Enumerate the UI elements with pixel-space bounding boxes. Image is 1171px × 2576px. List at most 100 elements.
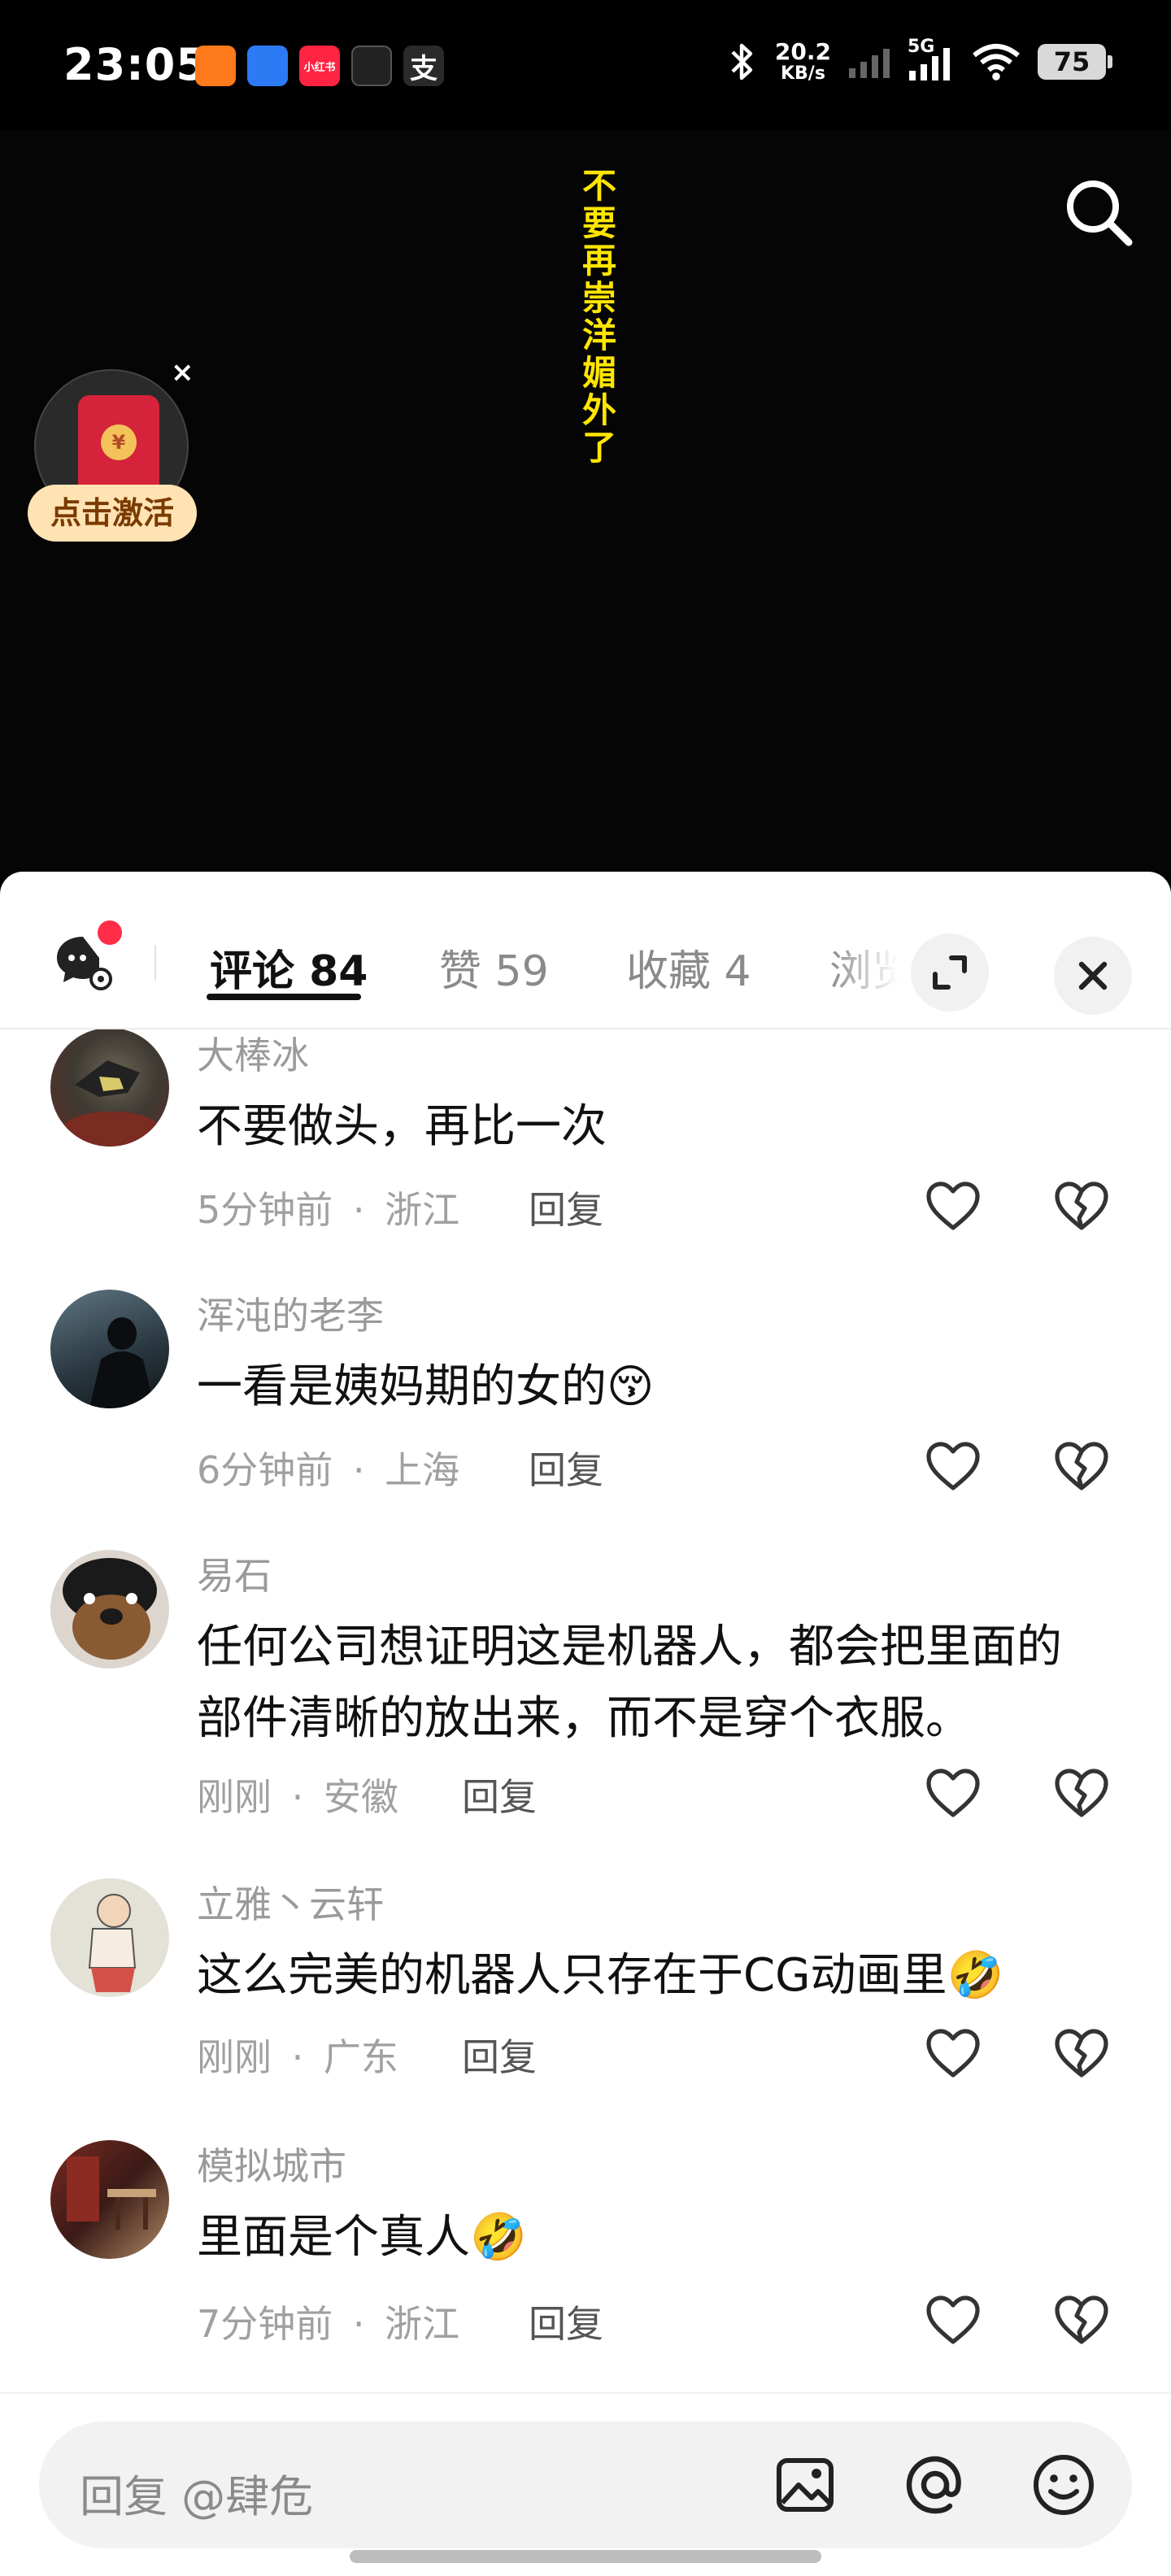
cloud-app-icon (247, 46, 288, 86)
comment-text-body: 这么完美的机器人只存在于CG动画里 (197, 1949, 947, 2002)
comment-sheet: 评论 84 赞 59 收藏 4 浏览 (0, 872, 1171, 2576)
reply-input[interactable]: 回复 @肆危 (39, 2422, 1132, 2548)
close-icon (1078, 961, 1108, 990)
meta-separator: · (352, 2302, 365, 2346)
status-bar: 23:05 小红书 支 20.2 KB/s 5G 75 (0, 0, 1171, 130)
net-speed-value: 20.2 (774, 38, 831, 65)
comment-author[interactable]: 大棒冰 (197, 1029, 309, 1080)
comment-meta: 刚刚 · 安徽 (197, 1768, 398, 1821)
avatar-person-image (89, 1317, 155, 1408)
comment-list[interactable]: 大棒冰 不要做头，再比一次 5分钟前 · 浙江 回复 浑沌的老李 一看是姨妈期的… (0, 1029, 1171, 2392)
comment-location: 安徽 (323, 1775, 398, 1819)
like-heart-icon[interactable] (924, 1764, 982, 1823)
dislike-heart-icon[interactable] (1052, 1764, 1111, 1823)
reply-input-placeholder: 回复 @肆危 (80, 2471, 314, 2522)
avatar-room-image (67, 2156, 156, 2230)
expand-icon (933, 955, 967, 990)
reply-button[interactable]: 回复 (529, 1441, 603, 1495)
bluetooth-icon (731, 43, 753, 80)
avatar[interactable] (50, 1550, 169, 1669)
dislike-heart-icon[interactable] (1052, 2291, 1111, 2350)
comment-text-body: 里面是个真人 (197, 2211, 470, 2264)
emoji-kiss-icon: 😚 (607, 1360, 655, 1413)
reply-button[interactable]: 回复 (529, 2295, 603, 2348)
emoji-icon[interactable] (1028, 2449, 1099, 2521)
like-heart-icon[interactable] (924, 2025, 982, 2083)
avatar-bird-image (63, 1060, 160, 1147)
dislike-heart-icon[interactable] (1052, 1177, 1111, 1236)
tab-comments[interactable]: 评论 84 (210, 937, 368, 998)
comment-author[interactable]: 模拟城市 (197, 2137, 346, 2191)
xiaohongshu-app-icon: 小红书 (299, 46, 340, 86)
reply-button[interactable]: 回复 (462, 1768, 537, 1821)
comment-author[interactable]: 易石 (197, 1547, 272, 1600)
cross-app-icon (351, 46, 392, 86)
comment-meta: 7分钟前 · 浙江 (197, 2295, 459, 2348)
comment-author[interactable]: 浑沌的老李 (197, 1286, 384, 1340)
meta-separator: · (352, 1448, 365, 1492)
avatar[interactable] (50, 1290, 169, 1408)
avatar[interactable] (50, 1878, 169, 1997)
like-heart-icon[interactable] (924, 1177, 982, 1236)
signal-weak-icon (849, 49, 890, 78)
dislike-heart-icon[interactable] (1052, 2025, 1111, 2083)
meta-separator: · (352, 1188, 365, 1232)
image-icon[interactable] (769, 2449, 841, 2521)
reply-input-bar: 回复 @肆危 (0, 2392, 1171, 2576)
avatar[interactable] (50, 1029, 169, 1147)
mention-icon[interactable] (899, 2449, 971, 2521)
sheet-header: 评论 84 赞 59 收藏 4 浏览 (0, 872, 1171, 1029)
signal-strong-icon (909, 48, 950, 80)
video-app-icon (195, 46, 236, 86)
search-icon (1067, 181, 1133, 246)
dislike-heart-icon[interactable] (1052, 1438, 1111, 1496)
meta-separator: · (291, 2035, 304, 2079)
video-caption: 不要再崇洋媚外了 (581, 166, 616, 468)
redpacket-close-button[interactable]: × (171, 356, 194, 389)
comment-text: 一看是姨妈期的女的😚 (197, 1351, 1099, 1423)
avatar-dog-image (63, 1558, 157, 1660)
expand-button[interactable] (911, 933, 989, 1012)
status-app-icons: 小红书 支 (195, 46, 444, 86)
comment-text: 这么完美的机器人只存在于CG动画里🤣 (197, 1940, 1099, 2012)
comment-meta: 5分钟前 · 浙江 (197, 1181, 459, 1234)
like-heart-icon[interactable] (924, 2291, 982, 2350)
comment-time: 7分钟前 (197, 2302, 333, 2346)
avatar[interactable] (50, 2140, 169, 2259)
comment-location: 浙江 (385, 1188, 460, 1232)
net-speed: 20.2 KB/s (775, 41, 831, 83)
status-time: 23:05 (63, 39, 207, 90)
search-button[interactable] (1060, 174, 1138, 252)
status-right: 20.2 KB/s 5G 75 (726, 37, 1112, 83)
home-indicator[interactable] (350, 2550, 821, 2563)
emoji-laugh-cry-icon: 🤣 (470, 2211, 527, 2264)
redpacket-activate-label[interactable]: 点击激活 (28, 485, 197, 542)
redpacket-coin-icon: ¥ (101, 424, 137, 460)
comment-meta: 6分钟前 · 上海 (197, 1441, 459, 1495)
tab-likes[interactable]: 赞 59 (439, 937, 549, 998)
comment-text: 不要做头，再比一次 (197, 1100, 607, 1153)
close-button[interactable] (1054, 937, 1132, 1015)
comment-location: 广东 (323, 2035, 398, 2079)
comment-time: 5分钟前 (197, 1188, 333, 1232)
emoji-laugh-cry-icon: 🤣 (947, 1949, 1004, 2002)
comment-time: 6分钟前 (197, 1448, 333, 1492)
signal-5g: 5G (908, 37, 955, 82)
comment-location: 浙江 (385, 2302, 460, 2346)
tab-favorites[interactable]: 收藏 4 (626, 937, 751, 998)
tab-active-underline (207, 994, 361, 1000)
comment-time: 刚刚 (197, 1775, 272, 1819)
avatar-cartoon-image (88, 1894, 137, 1992)
like-heart-icon[interactable] (924, 1438, 982, 1496)
alipay-app-icon: 支 (403, 46, 444, 86)
comment-time: 刚刚 (197, 2035, 272, 2079)
comment-text: 任何公司想证明这是机器人，都会把里面的部件清晰的放出来，而不是穿个衣服。 (197, 1621, 1062, 1745)
comment-text: 里面是个真人🤣 (197, 2202, 1099, 2274)
comment-meta: 刚刚 · 广东 (197, 2028, 398, 2082)
comment-text-body: 一看是姨妈期的女的 (197, 1360, 607, 1413)
reply-button[interactable]: 回复 (529, 1181, 603, 1234)
redpacket-widget[interactable]: ¥ × 点击激活 (28, 356, 215, 550)
comment-author[interactable]: 立雅丶云轩 (197, 1875, 384, 1929)
battery-icon: 75 (1038, 44, 1112, 80)
reply-button[interactable]: 回复 (462, 2028, 537, 2082)
